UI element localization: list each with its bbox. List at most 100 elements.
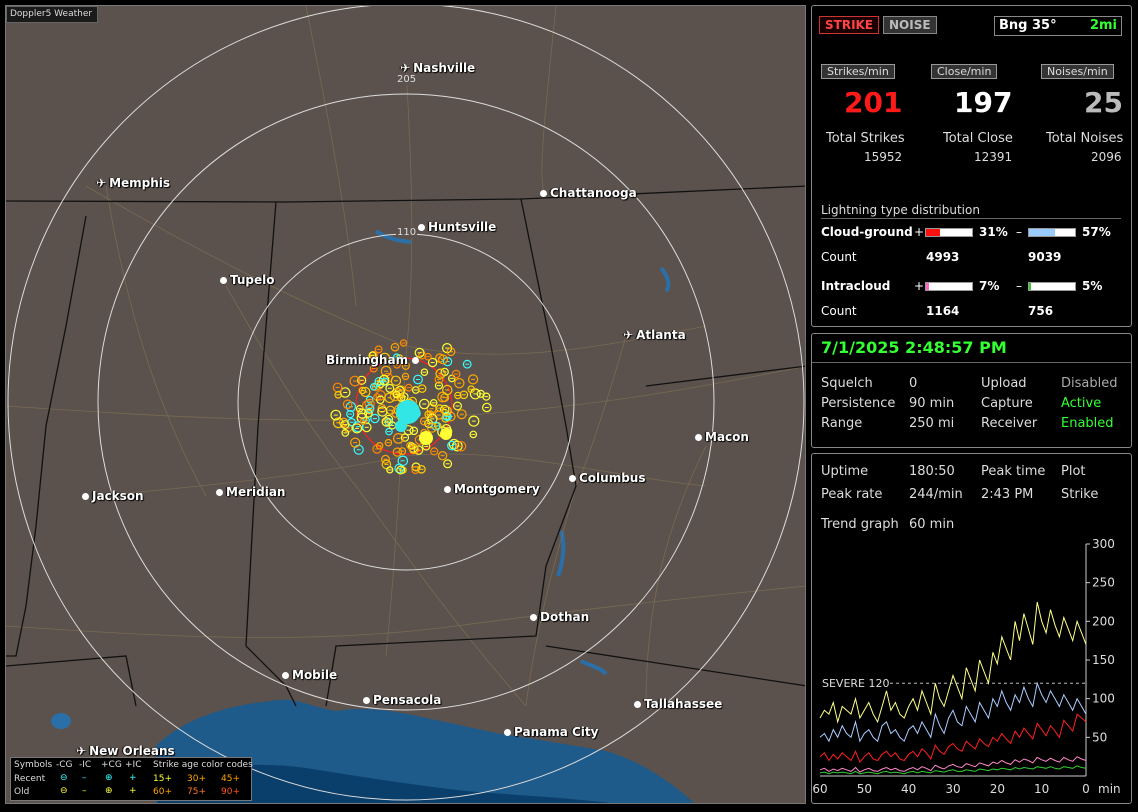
- legend-recent-age-3: 45+: [221, 774, 240, 784]
- city-mobile[interactable]: Mobile: [282, 668, 337, 682]
- cg-pos-pct: 31%: [979, 225, 1008, 239]
- total-strikes-label: Total Strikes: [826, 131, 905, 146]
- close-per-min-value: 197: [954, 86, 1013, 119]
- legend-age-header: Strike age color codes: [153, 760, 253, 770]
- cg-count-label: Count: [821, 250, 857, 264]
- city-dot-icon: [412, 357, 420, 364]
- city-atlanta[interactable]: ✈ Atlanta: [623, 328, 686, 342]
- city-jackson[interactable]: Jackson: [82, 489, 144, 503]
- upload-value[interactable]: Disabled: [1061, 376, 1117, 391]
- noise-button[interactable]: NOISE: [883, 16, 937, 34]
- legend-col-neg-cg: -CG: [56, 760, 73, 770]
- range-label-outer: 205: [396, 74, 418, 85]
- y-tick-label: 150: [1092, 653, 1115, 667]
- rivers: [374, 229, 671, 676]
- legend-old-age-1: 60+: [153, 787, 172, 797]
- bearing-display: Bng 35° 2mi: [994, 16, 1122, 36]
- strike-button[interactable]: STRIKE: [819, 16, 880, 34]
- airport-icon: ✈: [623, 328, 634, 342]
- radar-map[interactable]: Doppler5 Weather 205 110 ✈ Nashville ✈ Mem…: [5, 5, 806, 804]
- city-tallahassee[interactable]: Tallahassee: [634, 697, 722, 711]
- legend-recent-label: Recent: [14, 774, 46, 784]
- recent-pos-ic-icon: +: [129, 773, 137, 783]
- strikes-per-min-header: Strikes/min: [821, 64, 895, 79]
- recent-neg-ic-icon: –: [82, 773, 87, 783]
- trend-panel: Uptime 180:50 Peak time Plot Peak rate 2…: [811, 453, 1132, 804]
- distance-value: 2mi: [1089, 18, 1117, 33]
- trend-series-3: [819, 713, 1087, 764]
- x-tick-label: 60: [812, 782, 827, 796]
- cg-plus-sign: +: [914, 225, 925, 239]
- cg-neg-pct: 57%: [1082, 225, 1111, 239]
- city-dot-icon: [569, 475, 576, 482]
- city-dot-icon: [540, 190, 547, 197]
- y-tick-label: 100: [1092, 692, 1115, 706]
- old-neg-cg-icon: ⊖: [60, 786, 68, 796]
- receiver-value[interactable]: Enabled: [1061, 416, 1114, 431]
- airport-icon: ✈: [96, 176, 107, 190]
- state-borders: [6, 185, 805, 707]
- legend-col-pos-cg: +CG: [101, 760, 122, 770]
- bearing-value: Bng 35°: [999, 18, 1057, 33]
- capture-value[interactable]: Active: [1061, 396, 1101, 411]
- city-dot-icon: [282, 672, 289, 679]
- city-nashville[interactable]: ✈ Nashville: [400, 61, 475, 75]
- status-divider: [812, 362, 1131, 363]
- city-birmingham[interactable]: Birmingham: [326, 353, 422, 367]
- city-dot-icon: [418, 224, 425, 231]
- squelch-label: Squelch: [821, 376, 873, 391]
- squelch-value[interactable]: 0: [909, 376, 917, 391]
- city-meridian[interactable]: Meridian: [216, 485, 285, 499]
- peak-time-value: 2:43 PM: [981, 487, 1034, 502]
- city-new-orleans[interactable]: ✈ New Orleans: [76, 744, 175, 758]
- city-macon[interactable]: Macon: [695, 430, 749, 444]
- city-columbus[interactable]: Columbus: [569, 471, 646, 485]
- map-canvas: [6, 6, 805, 803]
- city-memphis[interactable]: ✈ Memphis: [96, 176, 170, 190]
- capture-label: Capture: [981, 396, 1033, 411]
- trend-graph: 3002502001501005060 50 40 30 20 10 0 minSEVERE …: [812, 537, 1121, 796]
- trend-series-1: [819, 601, 1087, 724]
- range-value[interactable]: 250 mi: [909, 416, 954, 431]
- city-huntsville[interactable]: Huntsville: [418, 220, 496, 234]
- cg-pos-bar: [925, 228, 973, 237]
- total-noises-label: Total Noises: [1046, 131, 1124, 146]
- city-panama-city[interactable]: Panama City: [504, 725, 598, 739]
- city-chattanooga[interactable]: Chattanooga: [540, 186, 637, 200]
- y-tick-label: 50: [1092, 730, 1107, 744]
- x-tick-label: 40: [901, 782, 916, 796]
- receiver-label: Receiver: [981, 416, 1038, 431]
- trend-series-2: [819, 681, 1087, 743]
- ic-neg-bar: [1028, 282, 1076, 291]
- city-dot-icon: [82, 493, 89, 500]
- strike-counts-panel: STRIKE NOISE Bng 35° 2mi Strikes/min Clo…: [811, 5, 1132, 327]
- x-tick-label: 0: [1082, 782, 1090, 796]
- noises-per-min-value: 25: [1084, 86, 1123, 119]
- range-label-inner: 110: [396, 227, 418, 238]
- ic-pos-bar: [925, 282, 973, 291]
- ic-plus-sign: +: [914, 279, 925, 293]
- date-time: 7/1/2025 2:48:57 PM: [821, 338, 1007, 357]
- persistence-value[interactable]: 90 min: [909, 396, 954, 411]
- plot-value[interactable]: Strike: [1061, 487, 1098, 502]
- noises-per-min-header: Noises/min: [1041, 64, 1114, 79]
- total-noises-value: 2096: [1091, 150, 1122, 164]
- peak-rate-label: Peak rate: [821, 487, 883, 502]
- city-dothan[interactable]: Dothan: [530, 610, 589, 624]
- cg-minus-sign: –: [1016, 225, 1022, 239]
- ic-neg-count: 756: [1028, 304, 1054, 318]
- city-pensacola[interactable]: Pensacola: [363, 693, 441, 707]
- cg-neg-bar: [1028, 228, 1076, 237]
- city-tupelo[interactable]: Tupelo: [220, 273, 275, 287]
- trend-label: Trend graph: [821, 517, 899, 532]
- x-tick-label: 10: [1034, 782, 1049, 796]
- x-axis-label: min: [1098, 782, 1121, 796]
- ic-pos-pct: 7%: [979, 279, 1000, 293]
- old-neg-ic-icon: –: [82, 786, 87, 796]
- ic-pos-count: 1164: [926, 304, 960, 318]
- city-montgomery[interactable]: Montgomery: [444, 482, 540, 496]
- city-dot-icon: [216, 489, 223, 496]
- trend-value[interactable]: 60 min: [909, 517, 954, 532]
- total-close-label: Total Close: [943, 131, 1013, 146]
- ic-neg-pct: 5%: [1082, 279, 1103, 293]
